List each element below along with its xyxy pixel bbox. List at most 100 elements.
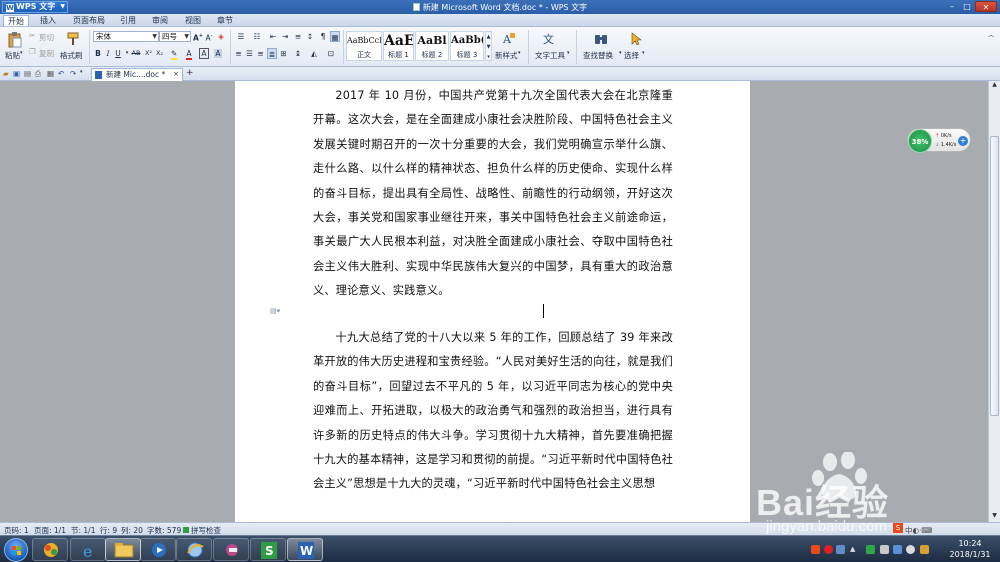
- style-normal[interactable]: AaBbCcDd 正文: [346, 31, 382, 61]
- sort-icon[interactable]: ↕: [305, 31, 315, 42]
- widget-expand-icon[interactable]: +: [958, 136, 968, 146]
- bullet-list-icon[interactable]: ☰: [234, 31, 248, 42]
- text-highlight-icon[interactable]: ✎: [168, 48, 180, 60]
- shrink-font-icon[interactable]: A-: [204, 31, 214, 43]
- tab-document[interactable]: 新建 Mic....doc * ×: [91, 68, 183, 81]
- menu-insert[interactable]: 插入: [36, 15, 60, 26]
- paragraph-1[interactable]: 2017 年 10 月份，中国共产党第十九次全国代表大会在北京隆重开幕。这次大会…: [313, 84, 673, 304]
- new-tab-button[interactable]: +: [186, 68, 194, 78]
- clear-format-icon[interactable]: ◈: [216, 31, 226, 42]
- scroll-up-icon[interactable]: ▲: [989, 81, 1000, 91]
- taskbar-app-media-player[interactable]: [140, 538, 176, 561]
- show-marks-icon[interactable]: ¶: [318, 31, 328, 42]
- maximize-button[interactable]: □: [960, 1, 974, 12]
- strikethrough-icon[interactable]: AB: [130, 48, 142, 59]
- taskbar-app-ie[interactable]: e: [70, 538, 106, 561]
- font-name-select[interactable]: 宋体 ▼: [93, 31, 159, 42]
- italic-icon[interactable]: I: [104, 48, 112, 59]
- redo-icon[interactable]: ↷: [70, 69, 76, 78]
- tray-app-icon[interactable]: [836, 545, 845, 554]
- paste-button[interactable]: 粘贴 ▾: [4, 30, 26, 64]
- menu-review[interactable]: 审阅: [148, 15, 172, 26]
- save-icon[interactable]: ▣: [13, 69, 20, 78]
- menu-references[interactable]: 引用: [116, 15, 140, 26]
- underline-icon[interactable]: U: [114, 48, 122, 59]
- justify-icon[interactable]: ≣: [267, 48, 277, 59]
- style-gallery-scroll[interactable]: ▲ ▼ ▾: [485, 31, 492, 61]
- align-center-icon[interactable]: ☰: [245, 48, 254, 59]
- shading-icon[interactable]: ◭: [308, 48, 320, 59]
- taskbar-app-tool[interactable]: [213, 538, 249, 561]
- start-button[interactable]: [4, 538, 28, 562]
- menu-page-layout[interactable]: 页面布局: [69, 15, 109, 26]
- style-heading-2[interactable]: AaBl 标题 2: [415, 31, 449, 61]
- document-page[interactable]: 2017 年 10 月份，中国共产党第十九次全国代表大会在北京隆重开幕。这次大会…: [235, 81, 750, 522]
- font-size-select[interactable]: 四号 ▼: [159, 31, 191, 42]
- paragraph-handle-icon[interactable]: ▤▾: [270, 307, 280, 315]
- chinese-layout-icon[interactable]: ≡: [293, 31, 303, 42]
- clock-time[interactable]: 10:24: [948, 539, 992, 548]
- taskbar-app-wps-writer[interactable]: W: [287, 538, 323, 561]
- style-heading-3[interactable]: AaBb( 标题 3: [450, 31, 484, 61]
- select-button[interactable]: 选择 ▾: [624, 30, 648, 64]
- open-folder-icon[interactable]: ▰: [3, 69, 9, 78]
- clock-date[interactable]: 2018/1/31: [944, 550, 996, 559]
- quick-access-dropdown-icon[interactable]: ▾: [80, 69, 83, 75]
- close-button[interactable]: ✕: [975, 1, 997, 12]
- ribbon-collapse-icon[interactable]: ︿: [988, 30, 994, 39]
- decrease-indent-icon[interactable]: ⇤: [268, 31, 278, 42]
- close-tab-icon[interactable]: ×: [173, 69, 179, 80]
- taskbar-app-explorer[interactable]: [105, 538, 141, 561]
- vertical-scrollbar[interactable]: ▲ ▼: [988, 81, 1000, 522]
- browser-globe-icon: [187, 542, 204, 558]
- align-right-icon[interactable]: ≡: [256, 48, 265, 59]
- sogou-tray-icon[interactable]: [811, 545, 820, 554]
- taskbar-app-wps-spreadsheet[interactable]: S: [250, 538, 286, 561]
- char-shading-icon[interactable]: A: [213, 48, 223, 59]
- download-speed: ↓ 1.4K/s: [935, 142, 957, 148]
- print-icon[interactable]: ⎙: [35, 69, 41, 79]
- security-shield-icon[interactable]: [866, 545, 875, 554]
- subscript-icon[interactable]: X₂: [155, 48, 164, 59]
- export-pdf-icon[interactable]: ▦: [47, 69, 54, 78]
- taskbar-app-ie-2[interactable]: [176, 538, 212, 561]
- action-center-flag-icon[interactable]: [880, 545, 889, 554]
- grid-icon[interactable]: ▦: [330, 31, 340, 42]
- taskbar-app-360-browser[interactable]: [32, 538, 68, 561]
- find-replace-button[interactable]: 查找替换 ▾: [581, 30, 623, 64]
- minimize-button[interactable]: –: [945, 1, 959, 12]
- scrollbar-thumb[interactable]: [990, 136, 999, 416]
- bold-icon[interactable]: B: [94, 48, 102, 59]
- undo-icon[interactable]: ↶: [58, 69, 64, 78]
- print-preview-icon[interactable]: ▤: [24, 69, 31, 78]
- show-hidden-icons-icon[interactable]: ▲: [850, 545, 859, 554]
- menu-view[interactable]: 视图: [181, 15, 205, 26]
- char-border-icon[interactable]: A: [199, 48, 209, 59]
- font-color-icon[interactable]: A: [184, 48, 194, 60]
- numbered-list-icon[interactable]: ☷: [250, 31, 264, 42]
- text-tools-button[interactable]: 文 文字工具 ▾: [533, 30, 571, 64]
- scroll-down-icon[interactable]: ▼: [989, 512, 1000, 522]
- borders-icon[interactable]: ⊡: [325, 48, 337, 59]
- superscript-icon[interactable]: X²: [144, 48, 153, 59]
- distributed-icon[interactable]: ⊞: [279, 48, 288, 59]
- new-style-button[interactable]: A 新样式 ▾: [495, 30, 523, 64]
- line-spacing-icon[interactable]: ↨: [292, 48, 304, 59]
- antivirus-tray-icon[interactable]: [824, 545, 833, 554]
- volume-icon[interactable]: [906, 545, 915, 554]
- paragraph-2[interactable]: 十九大总结了党的十八大以来 5 年的工作，回顾总结了 39 年来改革开放的伟大历…: [313, 326, 673, 497]
- format-painter-button[interactable]: 格式刷: [60, 30, 86, 64]
- cut-button[interactable]: ✂ 剪切: [29, 31, 59, 42]
- network-tray-icon[interactable]: [893, 545, 902, 554]
- menu-bar: 开始 插入 页面布局 引用 审阅 视图 章节: [0, 14, 1000, 27]
- style-heading-1[interactable]: AaE 标题 1: [383, 31, 414, 61]
- menu-home[interactable]: 开始: [3, 15, 29, 26]
- sogou-ime-icon[interactable]: S: [893, 523, 903, 533]
- menu-chapter[interactable]: 章节: [213, 15, 237, 26]
- increase-indent-icon[interactable]: ⇥: [280, 31, 290, 42]
- grow-font-icon[interactable]: A+: [193, 31, 203, 43]
- copy-button[interactable]: ❐ 复制: [29, 47, 59, 58]
- tray-app-2-icon[interactable]: [920, 545, 929, 554]
- align-left-icon[interactable]: ≡: [234, 48, 243, 59]
- network-speed-widget[interactable]: 38% ↑ 0K/s ↓ 1.4K/s +: [907, 128, 971, 153]
